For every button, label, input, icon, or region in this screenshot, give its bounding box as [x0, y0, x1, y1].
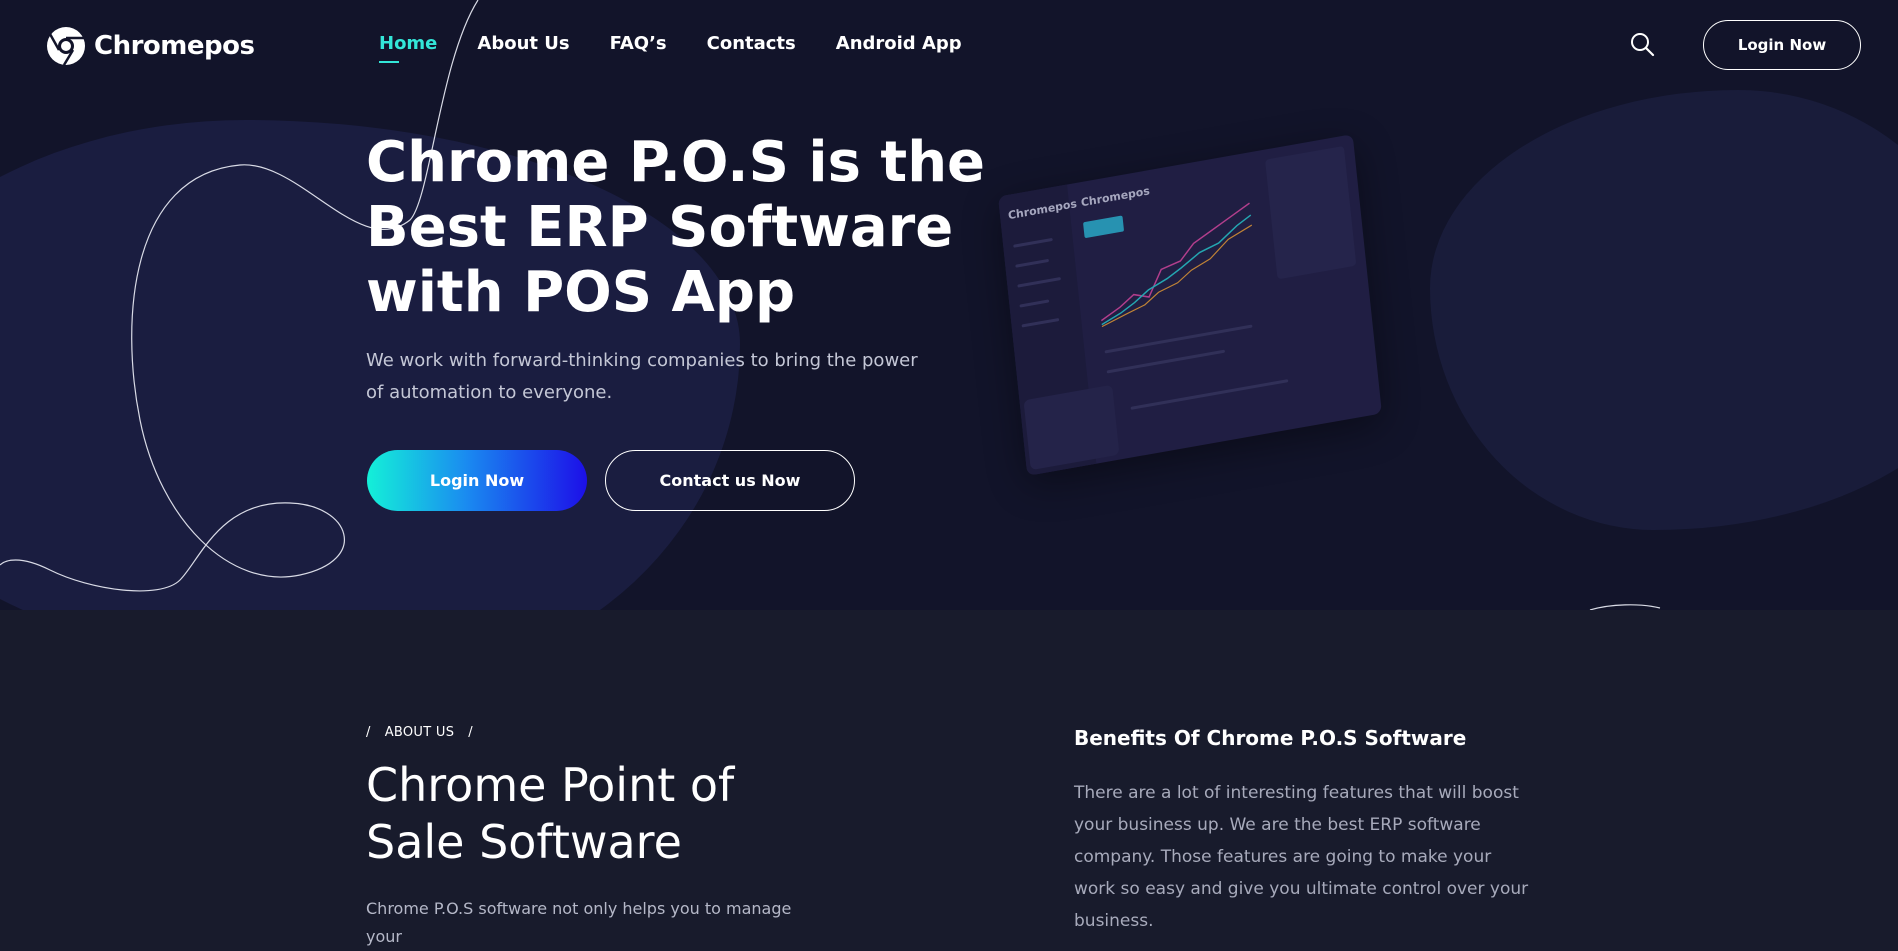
about-text: Chrome P.O.S software not only helps you…: [366, 899, 792, 946]
about-title-line: Sale Software: [366, 815, 682, 869]
benefits-text: There are a lot of interesting features …: [1074, 783, 1529, 931]
brand-logo[interactable]: Chromepos: [46, 26, 255, 66]
hero-subtitle: We work with forward-thinking companies …: [366, 350, 918, 403]
eyebrow-separator: /: [468, 725, 473, 740]
main-nav: Home About Us FAQ’s Contacts Android App: [379, 33, 962, 63]
chrome-logo-icon: [47, 27, 85, 66]
mockup-card: [1023, 384, 1120, 471]
mockup-line-chart: [1100, 202, 1253, 328]
hero-title-line: with POS App: [366, 260, 796, 325]
about-title: Chrome Point of Sale Software: [366, 757, 826, 871]
about-eyebrow: / ABOUT US /: [366, 725, 473, 740]
nav-item-contacts[interactable]: Contacts: [707, 33, 796, 54]
nav-item-faqs[interactable]: FAQ’s: [610, 33, 667, 54]
about-title-line: Chrome Point of: [366, 758, 735, 812]
search-icon[interactable]: [1629, 31, 1655, 57]
nav-item-about-us[interactable]: About Us: [477, 33, 569, 54]
hero-title: Chrome P.O.S is the Best ERP Software wi…: [366, 130, 986, 325]
hero-title-line: Best ERP Software: [366, 195, 954, 260]
hero-title-line: Chrome P.O.S is the: [366, 130, 986, 195]
eyebrow-separator: /: [366, 725, 371, 740]
nav-item-android-app[interactable]: Android App: [836, 33, 962, 54]
mockup-row-line: [1104, 324, 1253, 354]
login-now-button[interactable]: Login Now: [367, 450, 587, 511]
eyebrow-label: ABOUT US: [384, 725, 455, 740]
contact-us-button[interactable]: Contact us Now: [605, 450, 855, 511]
mockup-side-panel: [1265, 145, 1357, 280]
mockup-row-line: [1106, 349, 1226, 374]
nav-item-home[interactable]: Home: [379, 33, 437, 63]
hero-section: Chromepos Home About Us FAQ’s Contacts A…: [0, 0, 1898, 610]
brand-name: Chromepos: [94, 31, 255, 61]
header-login-button[interactable]: Login Now: [1703, 20, 1861, 70]
benefits-title: Benefits Of Chrome P.O.S Software: [1074, 726, 1467, 750]
mockup-logo: Chromepos: [1080, 184, 1151, 210]
mockup-row-line: [1130, 379, 1289, 410]
